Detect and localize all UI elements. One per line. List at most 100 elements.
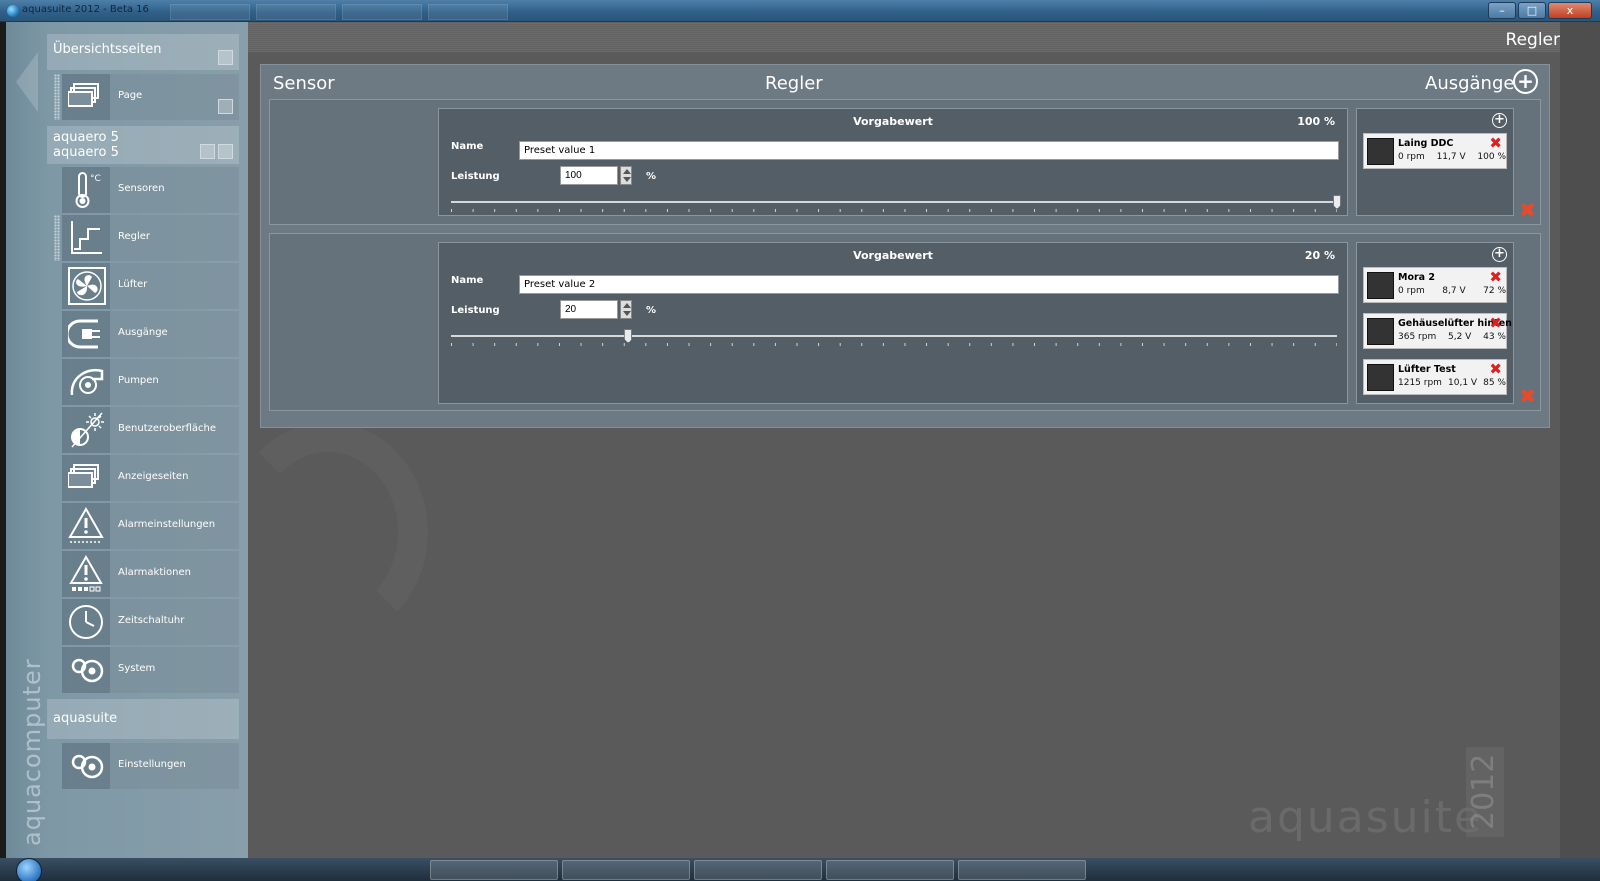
power-stepper[interactable] [620, 166, 632, 185]
sensor-cell[interactable] [270, 234, 438, 410]
nav-label: Regler [118, 231, 151, 242]
nav-label: Sensoren [118, 183, 165, 194]
power-stepper[interactable] [620, 300, 632, 319]
slider-track[interactable] [451, 335, 1337, 337]
drag-handle[interactable] [54, 215, 60, 261]
add-output-button[interactable]: + [1492, 247, 1507, 262]
start-button[interactable] [16, 858, 42, 881]
overview-grid-button[interactable] [218, 50, 233, 65]
header-band [248, 22, 1560, 52]
pages-icon [62, 455, 110, 501]
nav-item-regler[interactable]: Regler [62, 215, 239, 261]
preset-title: Vorgabewert [853, 115, 933, 128]
system-icon [62, 647, 110, 693]
slider-thumb[interactable] [624, 329, 633, 343]
add-output-button[interactable]: + [1492, 113, 1507, 128]
output-rpm: 0 rpm [1398, 152, 1425, 162]
output-card[interactable]: Lüfter Test 1215 rpm 10,1 V 85 % ✖ [1363, 359, 1507, 395]
sensor-cell[interactable] [270, 100, 438, 224]
remove-output-icon[interactable]: ✖ [1489, 134, 1502, 152]
output-name: Lüfter Test [1398, 364, 1456, 375]
settings-icon [62, 743, 110, 789]
drag-handle[interactable] [54, 74, 60, 120]
power-label: Leistung [451, 171, 500, 182]
nav-label: Page [118, 90, 143, 101]
nav-item-page[interactable]: Page [62, 74, 239, 120]
preset-percent: 100 % [1297, 115, 1335, 128]
output-name: Mora 2 [1398, 272, 1435, 283]
close-button[interactable]: x [1548, 2, 1592, 19]
preset-card: Vorgabewert 100 % Name Leistung % [438, 108, 1348, 216]
background-logo [228, 422, 428, 642]
nav-label: Benutzeroberfläche [118, 423, 217, 434]
slider-ticks [451, 209, 1337, 212]
taskbar-item[interactable] [694, 860, 822, 880]
outputs-box: + Laing DDC 0 rpm 11,7 V 100 % ✖ [1356, 108, 1514, 216]
sidebar: aquacomputer Übersichtsseiten Page aquae… [6, 22, 248, 858]
name-input[interactable] [519, 275, 1339, 294]
power-label: Leistung [451, 305, 500, 316]
power-unit: % [646, 305, 657, 316]
nav-item-anzeigeseiten[interactable]: Anzeigeseiten [62, 455, 239, 501]
nav-item-sensoren[interactable]: °C Sensoren [62, 167, 239, 213]
nav-item-zeitschaltuhr[interactable]: Zeitschaltuhr [62, 599, 239, 645]
section-device[interactable]: aquaero 5 aquaero 5 [47, 126, 239, 164]
output-values: 0 rpm 11,7 V 100 % [1398, 152, 1506, 162]
device-save-button[interactable] [200, 144, 215, 159]
svg-text:°C: °C [90, 174, 101, 184]
output-volt: 11,7 V [1436, 152, 1466, 162]
nav-label: Lüfter [118, 279, 148, 290]
taskbar-item[interactable] [430, 860, 558, 880]
slider-ticks [451, 343, 1337, 346]
power-input[interactable] [560, 300, 618, 319]
output-name: Laing DDC [1398, 138, 1454, 149]
name-label: Name [451, 275, 484, 286]
output-values: 0 rpm 8,7 V 72 % [1398, 286, 1506, 296]
page-settings-button[interactable] [218, 99, 233, 114]
add-row-button[interactable]: + [1513, 69, 1538, 94]
nav-item-benutzeroberflaeche[interactable]: Benutzeroberfläche [62, 407, 239, 453]
fan-icon [1367, 318, 1394, 345]
output-pct: 43 % [1483, 332, 1506, 342]
output-rpm: 0 rpm [1398, 286, 1425, 296]
section-overview[interactable]: Übersichtsseiten [47, 34, 239, 70]
nav-label: Ausgänge [118, 327, 168, 338]
output-card[interactable]: Laing DDC 0 rpm 11,7 V 100 % ✖ [1363, 133, 1507, 169]
window-title: aquasuite 2012 - Beta 16 [22, 4, 149, 15]
section-aquasuite[interactable]: aquasuite [47, 699, 239, 739]
nav-item-einstellungen[interactable]: Einstellungen [62, 743, 239, 789]
slider-track[interactable] [451, 201, 1337, 203]
pages-icon [62, 74, 110, 120]
minimize-button[interactable]: – [1488, 2, 1516, 19]
maximize-button[interactable]: □ [1518, 2, 1546, 19]
column-regler: Regler [765, 73, 823, 94]
brightness-icon [62, 407, 110, 453]
name-input[interactable] [519, 141, 1339, 160]
remove-output-icon[interactable]: ✖ [1489, 314, 1502, 332]
column-outputs: Ausgänge [1425, 73, 1515, 94]
nav-item-ausgaenge[interactable]: Ausgänge [62, 311, 239, 357]
taskbar-item[interactable] [826, 860, 954, 880]
nav-label: Alarmeinstellungen [118, 519, 216, 530]
nav-item-alarmaktionen[interactable]: Alarmaktionen [62, 551, 239, 597]
delete-row-icon[interactable]: ✖ [1519, 198, 1536, 222]
output-card[interactable]: Gehäuselüfter hinten 365 rpm 5,2 V 43 % … [1363, 313, 1512, 349]
taskbar-item[interactable] [562, 860, 690, 880]
device-settings-button[interactable] [218, 144, 233, 159]
back-arrow-icon[interactable] [16, 52, 38, 112]
slider-thumb[interactable] [1333, 195, 1341, 209]
nav-item-pumpen[interactable]: Pumpen [62, 359, 239, 405]
nav-item-luefter[interactable]: Lüfter [62, 263, 239, 309]
fan-icon [62, 263, 110, 309]
output-pct: 85 % [1483, 378, 1506, 388]
delete-row-icon[interactable]: ✖ [1519, 384, 1536, 408]
output-card[interactable]: Mora 2 0 rpm 8,7 V 72 % ✖ [1363, 267, 1507, 303]
remove-output-icon[interactable]: ✖ [1489, 360, 1502, 378]
power-input[interactable] [560, 166, 618, 185]
nav-label: Pumpen [118, 375, 159, 386]
remove-output-icon[interactable]: ✖ [1489, 268, 1502, 286]
taskbar-item[interactable] [958, 860, 1086, 880]
nav-item-system[interactable]: System [62, 647, 239, 693]
fan-icon [1367, 138, 1394, 165]
nav-item-alarmeinstellungen[interactable]: Alarmeinstellungen [62, 503, 239, 549]
